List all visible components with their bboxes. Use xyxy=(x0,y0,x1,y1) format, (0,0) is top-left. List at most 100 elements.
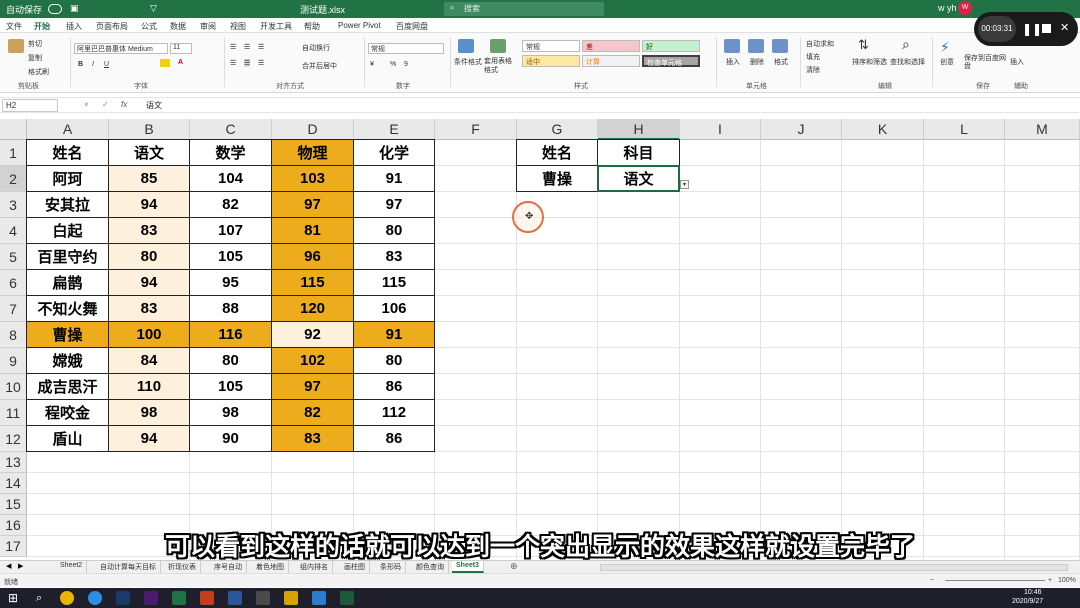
sort-filter-icon[interactable]: ⇅ xyxy=(858,37,869,53)
table-cell[interactable]: 112 xyxy=(353,399,435,426)
table-cell[interactable]: 80 xyxy=(189,347,272,374)
table-cell[interactable]: 82 xyxy=(271,399,354,426)
fill-color-icon[interactable] xyxy=(160,59,170,67)
zoom-in-icon[interactable]: + xyxy=(1048,577,1052,584)
lookup-subject-select[interactable]: 语文 xyxy=(597,165,680,192)
table-cell[interactable]: 83 xyxy=(353,243,435,270)
row-header[interactable]: 9 xyxy=(0,348,27,374)
zoom-slider[interactable] xyxy=(945,580,1045,581)
menu-data[interactable]: 数据 xyxy=(170,21,186,32)
lookup-name-header[interactable]: 姓名 xyxy=(516,139,598,166)
ideas-icon[interactable]: ⚡ xyxy=(940,39,950,56)
save-baidu-button[interactable]: 保存到百度网盘 xyxy=(964,55,1008,71)
menu-developer[interactable]: 开发工具 xyxy=(260,21,292,32)
menu-formulas[interactable]: 公式 xyxy=(141,21,157,32)
table-cell[interactable]: 104 xyxy=(189,165,272,192)
dropdown-arrow-icon[interactable]: ▾ xyxy=(680,180,689,189)
enter-icon[interactable]: ✓ xyxy=(102,100,109,109)
ideas-button[interactable]: 创意 xyxy=(940,57,954,67)
row-header[interactable]: 2 xyxy=(0,166,27,192)
align-top-icon[interactable]: ☰ xyxy=(230,43,236,51)
insert-cells-button[interactable]: 插入 xyxy=(726,57,740,67)
font-size-select[interactable]: 11 xyxy=(170,43,192,54)
table-cell[interactable]: 86 xyxy=(353,373,435,400)
wrap-text-button[interactable]: 自动换行 xyxy=(302,43,330,53)
menu-insert[interactable]: 插入 xyxy=(66,21,82,32)
table-cell[interactable]: 97 xyxy=(353,191,435,218)
table-cell[interactable]: 80 xyxy=(353,217,435,244)
column-header[interactable]: C xyxy=(190,119,272,140)
next-sheet-icon[interactable]: ▶ xyxy=(18,562,23,570)
horizontal-scrollbar[interactable] xyxy=(600,564,1068,571)
find-icon[interactable]: ⌕ xyxy=(902,36,910,53)
font-name-select[interactable]: 阿里巴巴普惠体 Medium xyxy=(74,43,168,54)
table-cell[interactable]: 84 xyxy=(108,347,190,374)
word-icon[interactable] xyxy=(228,591,242,605)
table-cell[interactable]: 不知火舞 xyxy=(26,295,109,322)
folder-icon[interactable] xyxy=(284,591,298,605)
column-header[interactable]: I xyxy=(680,119,761,140)
style-check-cell[interactable]: 检查单元格 xyxy=(642,55,700,67)
lookup-name-input[interactable]: 曹操 xyxy=(516,165,598,192)
row-header[interactable]: 11 xyxy=(0,400,27,426)
sheet-tab[interactable]: 颜色查询 xyxy=(412,561,449,573)
align-left-icon[interactable]: ☰ xyxy=(230,59,236,67)
table-cell[interactable]: 94 xyxy=(108,425,190,452)
search-input[interactable]: ⌕ 搜索 xyxy=(444,2,604,16)
table-cell[interactable]: 曹操 xyxy=(26,321,109,348)
menu-help[interactable]: 帮助 xyxy=(304,21,320,32)
cancel-icon[interactable]: × xyxy=(84,100,89,109)
column-header[interactable]: E xyxy=(354,119,435,140)
table-cell[interactable]: 程咬金 xyxy=(26,399,109,426)
row-header[interactable]: 7 xyxy=(0,296,27,322)
menu-power-pivot[interactable]: Power Pivot xyxy=(338,21,381,30)
table-cell[interactable]: 115 xyxy=(271,269,354,296)
row-header[interactable]: 3 xyxy=(0,192,27,218)
table-cell[interactable]: 80 xyxy=(353,347,435,374)
filter-icon[interactable]: ▽ xyxy=(150,3,157,14)
windows-start-icon[interactable]: ⊞ xyxy=(8,591,22,605)
table-header-cell[interactable]: 姓名 xyxy=(26,139,109,166)
sheet-tab[interactable]: 自动计算每天目标 xyxy=(96,561,161,573)
table-cell[interactable]: 91 xyxy=(353,321,435,348)
style-neutral[interactable]: 适中 xyxy=(522,55,580,67)
menu-home[interactable]: 开始 xyxy=(34,21,50,32)
style-normal[interactable]: 常规 xyxy=(522,40,580,52)
table-cell[interactable]: 83 xyxy=(271,425,354,452)
sheet-tab[interactable]: 组内排名 xyxy=(296,561,333,573)
table-cell[interactable]: 103 xyxy=(271,165,354,192)
close-icon[interactable]: ✕ xyxy=(1060,21,1069,34)
table-cell[interactable]: 85 xyxy=(108,165,190,192)
pause-icon[interactable]: ❚❚ xyxy=(1022,22,1042,36)
row-header[interactable]: 13 xyxy=(0,452,27,473)
powerpoint-icon[interactable] xyxy=(200,591,214,605)
find-select-button[interactable]: 查找和选择 xyxy=(890,57,925,67)
stop-icon[interactable] xyxy=(1042,24,1051,33)
photoshop-icon[interactable] xyxy=(116,591,130,605)
menu-baidu[interactable]: 百度网盘 xyxy=(396,21,428,32)
menu-view[interactable]: 视图 xyxy=(230,21,246,32)
sheet-tab[interactable]: 序号自动 xyxy=(210,561,247,573)
chrome-icon[interactable] xyxy=(60,591,74,605)
column-header[interactable]: B xyxy=(109,119,190,140)
table-cell[interactable]: 81 xyxy=(271,217,354,244)
add-sheet-icon[interactable]: ⊕ xyxy=(510,561,518,572)
table-cell[interactable]: 96 xyxy=(271,243,354,270)
table-cell[interactable]: 82 xyxy=(189,191,272,218)
style-calculation[interactable]: 计算 xyxy=(582,55,640,67)
lookup-subject-header[interactable]: 科目 xyxy=(597,139,680,166)
table-cell[interactable]: 98 xyxy=(108,399,190,426)
table-cell[interactable]: 106 xyxy=(353,295,435,322)
table-cell[interactable]: 86 xyxy=(353,425,435,452)
avatar[interactable]: W xyxy=(958,1,972,15)
table-cell[interactable]: 97 xyxy=(271,191,354,218)
table-cell[interactable]: 盾山 xyxy=(26,425,109,452)
style-bad[interactable]: 差 xyxy=(582,40,640,52)
number-format-select[interactable]: 常规 xyxy=(368,43,444,54)
search-icon[interactable]: ⌕ xyxy=(36,591,50,605)
app-icon[interactable] xyxy=(256,591,270,605)
table-cell[interactable]: 90 xyxy=(189,425,272,452)
row-header[interactable]: 17 xyxy=(0,536,27,557)
column-header[interactable]: F xyxy=(435,119,517,140)
table-cell[interactable]: 88 xyxy=(189,295,272,322)
